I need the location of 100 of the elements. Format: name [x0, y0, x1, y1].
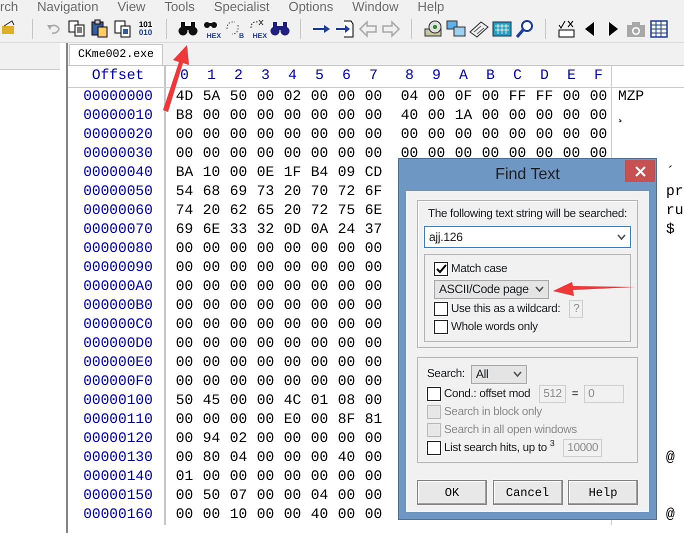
hex-cell-text: 00 [228, 145, 248, 164]
text-cell: ´ [666, 164, 675, 183]
hex-cell-text: 00 [310, 468, 330, 487]
hex-cell-text: 00 [310, 335, 330, 354]
hex-cell-text: 0D [282, 221, 302, 240]
offset-cell: 000000F0 [68, 373, 166, 392]
hex-cell-text: 75 [336, 202, 356, 221]
checkbox[interactable] [434, 262, 448, 276]
checkbox-label[interactable]: Whole words only [451, 318, 538, 336]
hex-cell-text: 00 [202, 468, 222, 487]
dropdown[interactable]: ASCII/Code page [434, 280, 549, 299]
hex-cell-text: 00 [588, 126, 608, 145]
hex-cell-text: 00 [400, 145, 420, 164]
close-icon [634, 166, 646, 176]
hex-cell-text: 00 [282, 373, 302, 392]
hex-cell-text: 72 [336, 183, 356, 202]
column-header: Offset [68, 66, 166, 87]
hex-cell-text: 09 [336, 164, 356, 183]
column-header: B [485, 67, 496, 86]
dialog-button[interactable]: Help [568, 480, 638, 506]
offset-cell: 000000B0 [68, 297, 166, 316]
offset-cell: 00000030 [68, 145, 166, 164]
dialog-button[interactable]: OK [417, 480, 487, 506]
chevron-down-icon [534, 286, 544, 292]
hex-cell-text: 00 [228, 164, 248, 183]
hex-cell-text: FF [534, 88, 554, 107]
hex-cell-text: 65 [256, 202, 276, 221]
offset-cell: 00000130 [68, 449, 166, 468]
arrow-into-page-icon[interactable] [333, 18, 356, 40]
hex-cell-text: 32 [256, 221, 276, 240]
hex-cell-text: 00 [336, 506, 356, 525]
hex-cell-text: 00 [202, 411, 222, 430]
hex-cell-text: 54 [174, 183, 194, 202]
hex-cell-text: 62 [228, 202, 248, 221]
hex-cell-text: 00 [228, 316, 248, 335]
hex-cell-text: 00 [310, 88, 330, 107]
search-label: Search: [427, 366, 465, 382]
checkbox[interactable] [427, 441, 441, 456]
hex-cell-text: 00 [562, 126, 582, 145]
column-header: D [539, 67, 550, 86]
text-cell: pr [666, 183, 684, 202]
column-header: 3 [260, 67, 271, 86]
hex-cell-text: 00 [174, 373, 194, 392]
hex-cell-text: 10 [228, 506, 248, 525]
checkbox[interactable] [434, 302, 448, 316]
text-cell: @ [666, 449, 675, 468]
hex-cell-text: 00 [336, 126, 356, 145]
offset-cell: 00000110 [68, 411, 166, 430]
column-header: 5 [314, 67, 325, 86]
hex-cell-text: 00 [364, 88, 384, 107]
offset-cell: 00000070 [68, 221, 166, 240]
hex-cell-text: 00 [228, 354, 248, 373]
hex-cell-text: B4 [310, 164, 330, 183]
hex-cell-text: 4C [282, 392, 302, 411]
hex-cell-text: 33 [228, 221, 248, 240]
hex-cell-text: 00 [336, 354, 356, 373]
hex-cell-text: 00 [310, 449, 330, 468]
hex-cell-text: 68 [202, 183, 222, 202]
hex-cell-text: 00 [508, 107, 528, 126]
equals-sign: = [572, 386, 578, 402]
checkbox-label[interactable]: List search hits, up to $^{3}$ [444, 440, 554, 457]
search-text-combo[interactable]: ajj.126 [424, 226, 631, 248]
hex-cell-text: 00 [588, 107, 608, 126]
hex-cell-text: 00 [310, 240, 330, 259]
hex-cell-text: 00 [588, 145, 608, 164]
file-tab[interactable]: CKme002.exe [69, 44, 163, 65]
dropdown[interactable]: All [470, 364, 527, 384]
hex-cell-text: 00 [282, 278, 302, 297]
checkbox-label[interactable]: Match case [451, 260, 508, 278]
hex-cell-text: 00 [454, 126, 474, 145]
hex-cell-text: 00 [174, 354, 194, 373]
hex-cell-text: 00 [256, 145, 276, 164]
hex-cell-text: 00 [310, 373, 330, 392]
hex-cell-text: 00 [364, 430, 384, 449]
hex-cell-text: 00 [310, 107, 330, 126]
hex-cell-text: 04 [400, 88, 420, 107]
search-icon[interactable] [513, 18, 536, 40]
hex-cell-text: 00 [202, 297, 222, 316]
hex-cell-text: B8 [174, 107, 194, 126]
checkbox-label[interactable]: Cond.: offset mod [444, 386, 530, 403]
hex-cell-text: 00 [256, 411, 276, 430]
checkbox-label[interactable]: Use this as a wildcard: [451, 300, 560, 318]
hex-cell-text: 00 [202, 373, 222, 392]
offset-cell: 000000A0 [68, 278, 166, 297]
hex-cell-text: 10 [202, 164, 222, 183]
dialog-button[interactable]: Cancel [492, 480, 562, 506]
hex-cell-text: 00 [364, 297, 384, 316]
checkbox[interactable] [434, 320, 448, 334]
hex-cell-text: 00 [282, 145, 302, 164]
hex-cell-text: 20 [202, 202, 222, 221]
close-button[interactable] [625, 160, 655, 182]
hex-cell-text: 00 [174, 506, 194, 525]
checkbox[interactable] [427, 387, 441, 402]
hex-cell-text: 00 [480, 145, 500, 164]
hex-cell-text: 00 [310, 278, 330, 297]
hex-cell-text: 00 [202, 145, 222, 164]
hex-cell-text: 69 [228, 183, 248, 202]
hex-cell-text: 00 [256, 88, 276, 107]
hex-cell-text: 00 [426, 145, 446, 164]
chevron-down-icon [617, 234, 626, 240]
